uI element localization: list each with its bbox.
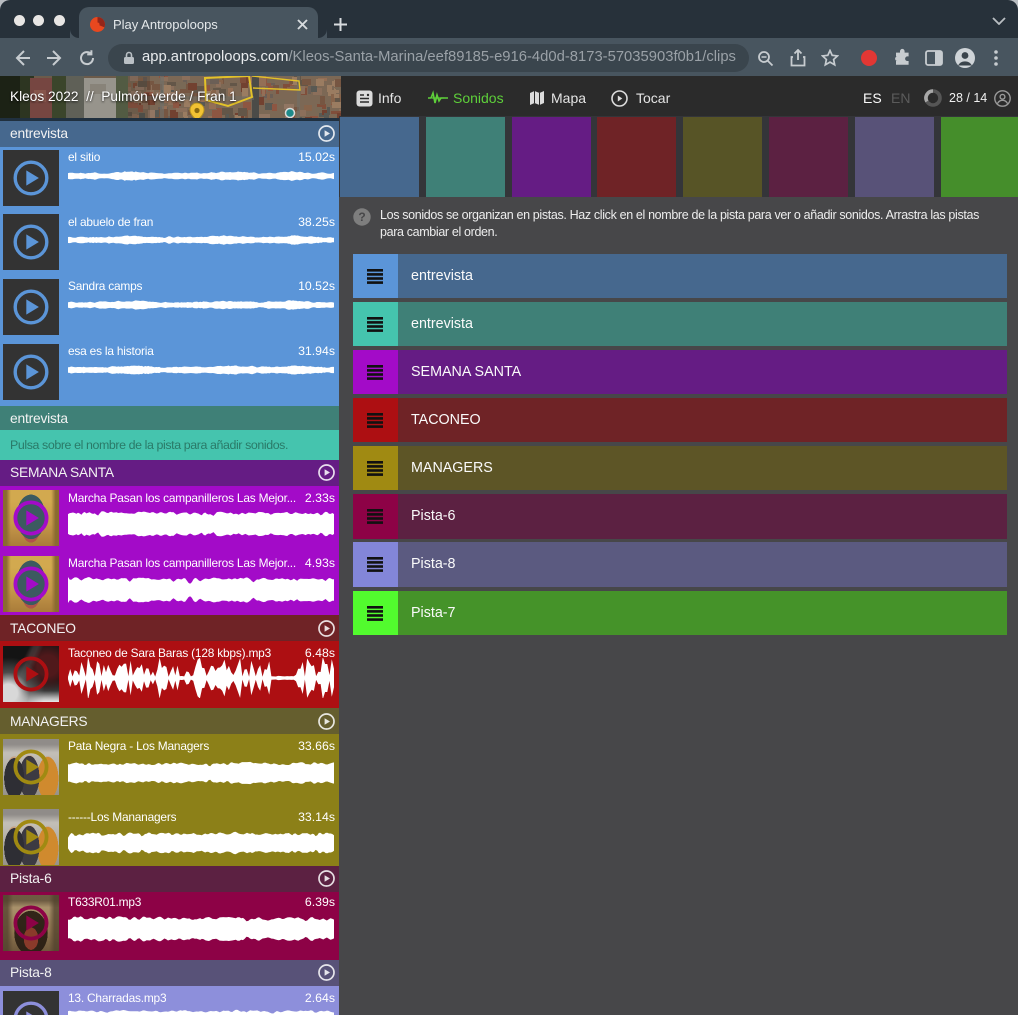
svg-text:?: ? [358, 210, 365, 224]
